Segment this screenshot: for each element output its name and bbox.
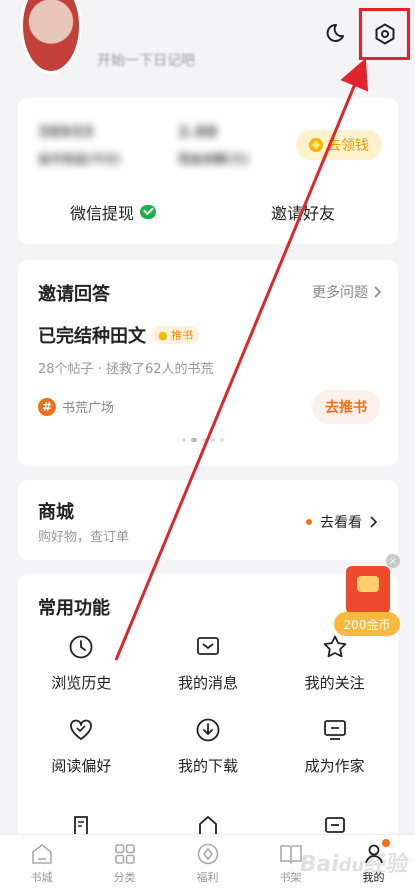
nav-label: 书城 xyxy=(30,871,53,884)
topic-link[interactable]: # 书荒广场 xyxy=(38,397,114,416)
gold-coin-reward[interactable]: 200金币 xyxy=(334,612,400,636)
function-reading-preference[interactable]: 阅读偏好 xyxy=(18,717,145,776)
function-label: 我的下载 xyxy=(177,757,238,775)
heart-icon xyxy=(70,719,93,740)
profile-header: 开始一下日记吧 xyxy=(0,0,415,92)
watermark: Baidu经验 xyxy=(297,852,411,877)
night-mode-button[interactable] xyxy=(320,20,348,48)
claim-money-label: 去领钱 xyxy=(327,138,369,154)
home-icon xyxy=(31,843,52,864)
more-questions-link[interactable]: 更多问题 xyxy=(312,282,382,302)
function-label: 我的关注 xyxy=(304,674,365,692)
recommend-book-button[interactable]: 去推书 xyxy=(312,390,380,424)
nav-category[interactable]: 分类 xyxy=(83,835,166,892)
recommend-tag: ● 推书 xyxy=(152,326,200,344)
nav-label: 分类 xyxy=(113,871,136,884)
mall-subtitle: 购好物，查订单 xyxy=(38,530,130,545)
wechat-withdraw-label: 微信提现 xyxy=(69,204,134,223)
wechat-icon xyxy=(140,205,156,219)
function-label: 浏览历史 xyxy=(51,674,112,692)
coin-earnings-label: 金币收益(今日) xyxy=(38,152,121,166)
mall-go-link[interactable]: 去看看 xyxy=(306,512,378,532)
claim-money-button[interactable]: 去领钱 xyxy=(296,130,382,160)
function-messages[interactable]: 我的消息 xyxy=(145,634,272,693)
carousel-dot xyxy=(202,438,206,442)
gift-icon xyxy=(197,843,218,865)
question-title-row[interactable]: 已完结种田文 ● 推书 xyxy=(38,322,200,348)
nav-bookstore[interactable]: 书城 xyxy=(0,835,83,892)
invite-friends-label: 邀请好友 xyxy=(270,204,335,223)
red-packet-icon[interactable] xyxy=(346,566,390,614)
function-label: 我的消息 xyxy=(177,674,238,692)
moon-icon xyxy=(326,23,344,42)
profile-subtitle: 开始一下日记吧 xyxy=(97,53,195,69)
function-become-writer[interactable]: 成为作家 xyxy=(271,717,398,776)
mall-go-label: 去看看 xyxy=(320,515,362,531)
carousel-dot xyxy=(211,438,215,442)
invite-answer-title: 邀请回答 xyxy=(38,284,110,305)
functions-grid: 浏览历史 我的消息 我的关注 阅读偏好 我的下载 成为作家 xyxy=(18,634,398,776)
message-icon xyxy=(197,637,219,655)
annotation-highlight-box xyxy=(359,8,410,60)
nav-welfare[interactable]: 福利 xyxy=(166,835,249,892)
function-browse-history[interactable]: 浏览历史 xyxy=(18,634,145,693)
carousel-dot-active xyxy=(191,438,197,442)
carousel-dot xyxy=(220,438,224,442)
carousel-dot xyxy=(182,438,186,442)
invite-answer-card: 邀请回答 更多问题 已完结种田文 ● 推书 28个帖子 · 拯救了62人的书荒 … xyxy=(18,260,398,466)
topic-label: 书荒广场 xyxy=(62,401,115,416)
functions-title: 常用功能 xyxy=(38,598,110,619)
mall-title: 商城 xyxy=(38,502,74,523)
grid-icon xyxy=(114,844,135,864)
wallet-card: 38933 金币收益(今日) 2.88 现金余额(元) 去领钱 微信提现 邀请好… xyxy=(18,98,398,244)
chevron-right-icon xyxy=(374,286,382,298)
question-title: 已完结种田文 xyxy=(38,326,146,347)
cash-balance-value[interactable]: 2.88 xyxy=(178,122,217,141)
function-label: 成为作家 xyxy=(304,757,365,775)
new-dot xyxy=(306,519,312,525)
clock-icon xyxy=(69,635,93,659)
avatar[interactable] xyxy=(20,0,82,74)
function-label: 阅读偏好 xyxy=(51,757,112,775)
tag-coin-icon: ● xyxy=(158,329,168,342)
function-following[interactable]: 我的关注 xyxy=(271,634,398,693)
mall-card[interactable]: 商城 购好物，查订单 去看看 xyxy=(18,480,398,560)
chevron-right-icon xyxy=(370,516,378,528)
hashtag-icon: # xyxy=(38,397,56,416)
wechat-withdraw-button[interactable]: 微信提现 xyxy=(18,200,208,224)
monitor-icon xyxy=(323,720,346,740)
star-icon xyxy=(323,635,346,658)
close-red-packet-button[interactable]: × xyxy=(386,554,400,568)
coin-icon xyxy=(309,138,323,152)
coin-earnings-value[interactable]: 38933 xyxy=(38,122,94,141)
invite-friends-button[interactable]: 邀请好友 xyxy=(208,200,398,224)
cash-balance-label: 现金余额(元) xyxy=(178,152,249,166)
download-icon xyxy=(196,718,220,742)
nav-label: 福利 xyxy=(196,871,219,884)
recommend-tag-label: 推书 xyxy=(171,329,194,342)
question-meta: 28个帖子 · 拯救了62人的书荒 xyxy=(38,362,214,377)
carousel-indicator xyxy=(182,438,224,442)
function-downloads[interactable]: 我的下载 xyxy=(145,717,272,776)
more-questions-label: 更多问题 xyxy=(312,285,368,301)
